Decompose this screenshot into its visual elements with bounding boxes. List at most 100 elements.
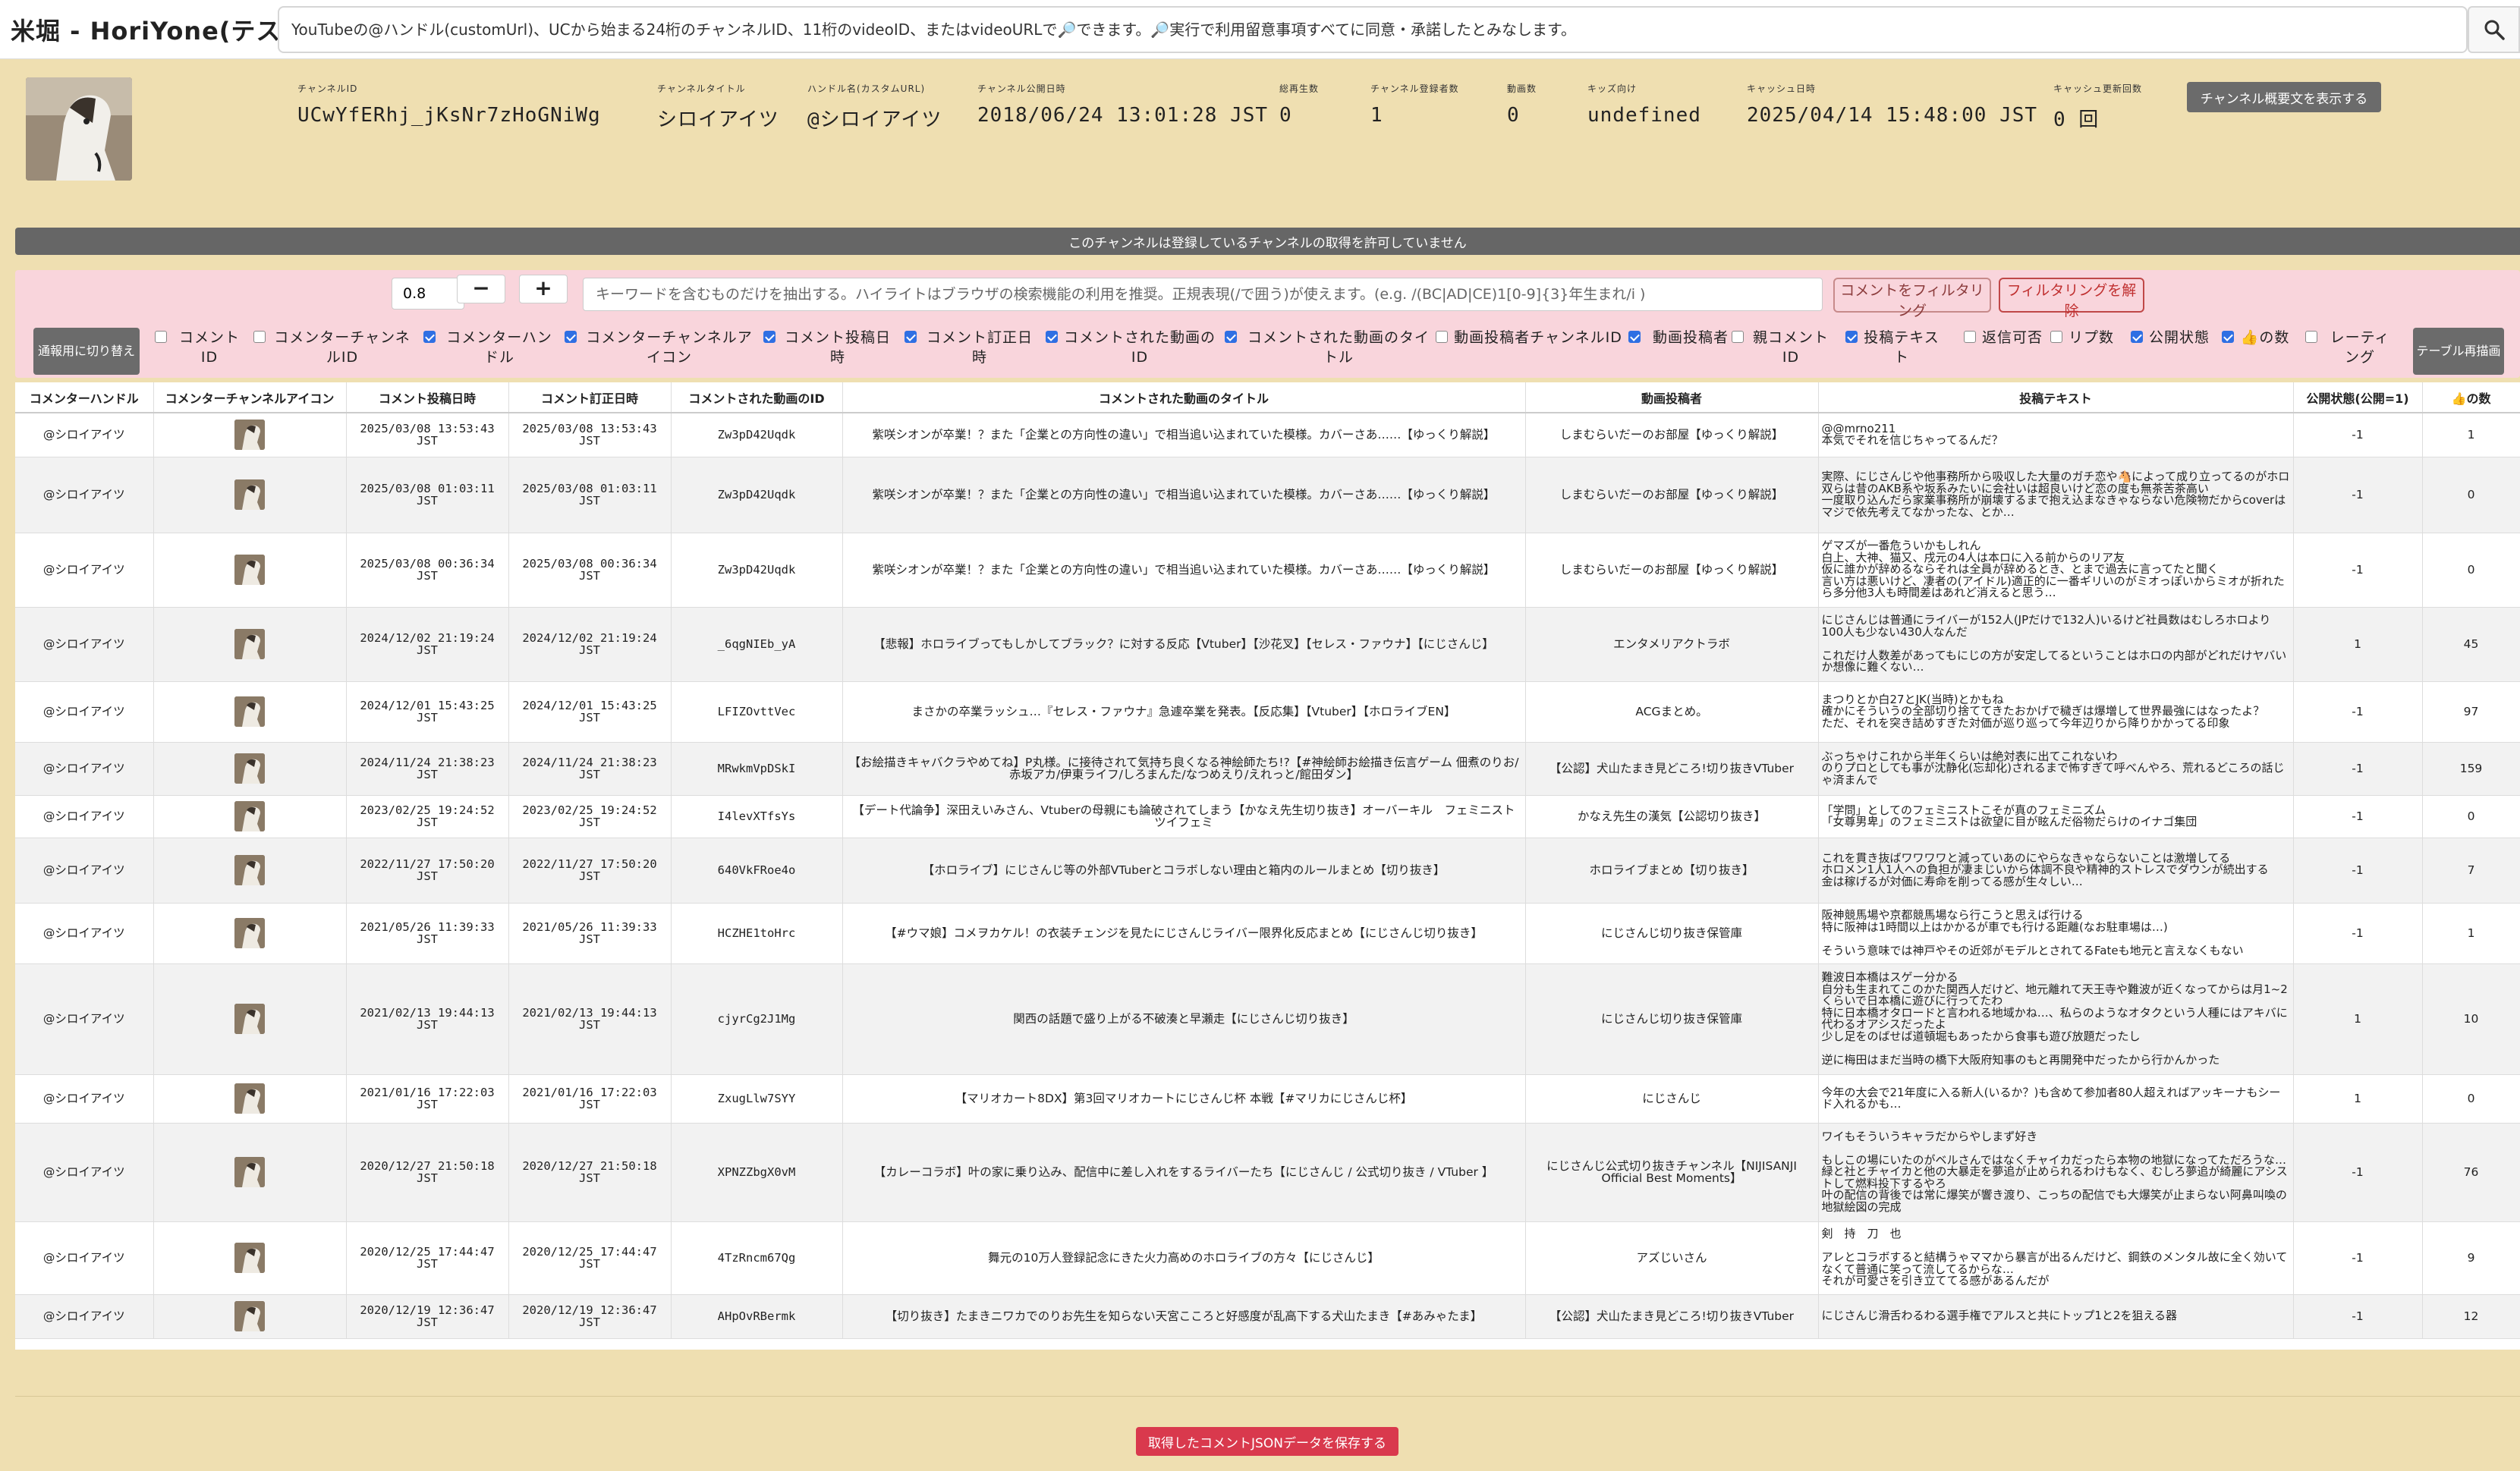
column-header[interactable]: コメンターハンドル <box>15 382 154 413</box>
commenter-avatar[interactable] <box>234 1083 265 1114</box>
checkbox[interactable] <box>423 331 436 343</box>
toggle-reply-count[interactable]: リプ数 <box>2050 328 2131 347</box>
commenter-avatar[interactable] <box>234 555 265 585</box>
toggle-video-title[interactable]: コメントされた動画のタイトル <box>1225 328 1436 367</box>
column-header[interactable]: コメント訂正日時 <box>508 382 672 413</box>
toggle-rating[interactable]: レーティング <box>2305 328 2411 367</box>
toggle-text[interactable]: 投稿テキスト <box>1845 328 1979 367</box>
column-header[interactable]: 公開状態(公開=1) <box>2293 382 2423 413</box>
cell-title: 【切り抜き】たまきニワカでのりお先生を知らない天宮こころと好感度が乱高下する犬山… <box>842 1294 1526 1339</box>
commenter-avatar[interactable] <box>234 1243 265 1273</box>
cell-handle: @シロイアイツ <box>15 533 154 608</box>
cell-posted: 2023/02/25 19:24:52 JST <box>346 795 509 838</box>
checkbox[interactable] <box>2050 331 2062 343</box>
column-header[interactable]: コメント投稿日時 <box>346 382 509 413</box>
toggle-commenter-channel-id[interactable]: コメンターチャンネルID <box>253 328 420 367</box>
commenter-avatar[interactable] <box>234 801 265 831</box>
toggle-commenter-icon[interactable]: コメンターチャンネルアイコン <box>565 328 763 367</box>
table-row[interactable]: @シロイアイツ 2021/05/26 11:39:33 JST 2021/05/26… <box>15 903 2520 964</box>
checkbox[interactable] <box>253 331 266 343</box>
decrease-button[interactable]: − <box>457 275 505 303</box>
commenter-avatar[interactable] <box>234 855 265 885</box>
column-header[interactable]: コメントされた動画のID <box>671 382 843 413</box>
commenter-avatar[interactable] <box>234 696 265 727</box>
table-body: @シロイアイツ 2025/03/08 13:53:43 JST 2025/03/08… <box>15 413 2520 1339</box>
column-header[interactable]: コメントされた動画のタイトル <box>842 382 1526 413</box>
checkbox[interactable] <box>904 331 917 343</box>
checkbox[interactable] <box>155 331 167 343</box>
search-input[interactable] <box>279 8 2466 52</box>
commenter-avatar[interactable] <box>234 753 265 784</box>
cell-commenter-icon <box>153 742 347 796</box>
increase-button[interactable]: + <box>519 275 568 303</box>
commenter-avatar[interactable] <box>234 479 265 510</box>
show-description-button[interactable]: チャンネル概要文を表示する <box>2187 82 2381 112</box>
checkbox[interactable] <box>1732 331 1744 343</box>
table-row[interactable]: @シロイアイツ 2024/12/01 15:43:25 JST 2024/12/01… <box>15 681 2520 743</box>
cell-author: かなえ先生の漢気【公認切り抜き】 <box>1525 795 1819 838</box>
toggle-parent-comment-id[interactable]: 親コメントID <box>1732 328 1845 367</box>
cache-time-field: キャッシュ日時 2025/04/14 15:48:00 JST <box>1747 83 2038 127</box>
toggle-posted-at[interactable]: コメント投稿日時 <box>763 328 904 367</box>
toggle-status[interactable]: 公開状態 <box>2131 328 2222 347</box>
column-header[interactable]: コメンターチャンネルアイコン <box>153 382 347 413</box>
commenter-avatar[interactable] <box>234 629 265 659</box>
column-header[interactable]: 投稿テキスト <box>1818 382 2294 413</box>
toggle-can-reply[interactable]: 返信可否 <box>1964 328 2062 347</box>
cell-status: -1 <box>2293 681 2423 743</box>
checkbox[interactable] <box>1964 331 1976 343</box>
commenter-avatar[interactable] <box>234 1301 265 1331</box>
toggle-likes[interactable]: 👍の数 <box>2222 328 2305 347</box>
checkbox[interactable] <box>1225 331 1237 343</box>
table-row[interactable]: @シロイアイツ 2023/02/25 19:24:52 JST 2023/02/25… <box>15 795 2520 838</box>
cell-text: ワイもそういうキャラだからやしまず好き もしこの場にいたのがベルさんではなくチャ… <box>1818 1123 2294 1222</box>
table-row[interactable]: @シロイアイツ 2020/12/19 12:36:47 JST 2020/12/19… <box>15 1294 2520 1339</box>
filter-comments-button[interactable]: コメントをフィルタリング <box>1833 278 1991 319</box>
threshold-input[interactable] <box>392 278 464 310</box>
toggle-commenter-handle[interactable]: コメンターハンドル <box>423 328 565 367</box>
checkbox[interactable] <box>2222 331 2234 343</box>
commenter-avatar[interactable] <box>234 1157 265 1187</box>
table-row[interactable]: @シロイアイツ 2021/01/16 17:22:03 JST 2021/01/16… <box>15 1074 2520 1124</box>
checkbox[interactable] <box>1628 331 1641 343</box>
toggle-uploader-channel-id[interactable]: 動画投稿者チャンネルID <box>1436 328 1628 347</box>
redraw-table-button[interactable]: テーブル再描画 <box>2413 328 2504 375</box>
checkbox[interactable] <box>1046 331 1058 343</box>
search-button[interactable] <box>2468 6 2520 53</box>
table-row[interactable]: @シロイアイツ 2025/03/08 13:53:43 JST 2025/03/08… <box>15 413 2520 457</box>
cell-title: 【ホロライブ】にじさんじ等の外部VTuberとコラボしない理由と箱内のルールまと… <box>842 838 1526 904</box>
toggle-edited-at[interactable]: コメント訂正日時 <box>904 328 1046 367</box>
save-json-button[interactable]: 取得したコメントJSONデータを保存する <box>1136 1427 1398 1456</box>
checkbox[interactable] <box>1845 331 1858 343</box>
cell-text: まつりとか白27とJK(当時)とかもね 確かにそういうの全部切り捨ててきたおかげ… <box>1818 681 2294 743</box>
table-row[interactable]: @シロイアイツ 2025/03/08 01:03:11 JST 2025/03/08… <box>15 457 2520 533</box>
table-row[interactable]: @シロイアイツ 2024/12/02 21:19:24 JST 2024/12/02… <box>15 607 2520 682</box>
cell-handle: @シロイアイツ <box>15 457 154 533</box>
checkbox[interactable] <box>763 331 776 343</box>
table-row[interactable]: @シロイアイツ 2024/11/24 21:38:23 JST 2024/11/24… <box>15 742 2520 796</box>
commenter-avatar[interactable] <box>234 1004 265 1034</box>
checkbox[interactable] <box>2305 331 2317 343</box>
cell-text: 阪神競馬場や京都競馬場なら行こうと思えば行ける 特に阪神は1時間以上はかかるが車… <box>1818 903 2294 964</box>
table-row[interactable]: @シロイアイツ 2020/12/25 17:44:47 JST 2020/12/25… <box>15 1221 2520 1295</box>
cell-author: 【公認】犬山たまき見どころ!切り抜きVTuber <box>1525 1294 1819 1339</box>
column-header[interactable]: 👍の数 <box>2422 382 2520 413</box>
clear-filter-button[interactable]: フィルタリングを解除 <box>1999 278 2144 319</box>
checkbox[interactable] <box>565 331 577 343</box>
channel-avatar <box>26 77 132 181</box>
cell-edited: 2025/03/08 13:53:43 JST <box>508 413 672 457</box>
checkbox[interactable] <box>2131 331 2143 343</box>
channel-handle-field: ハンドル名(カスタムURL) @シロイアイツ <box>807 83 942 131</box>
table-row[interactable]: @シロイアイツ 2020/12/27 21:50:18 JST 2020/12/27… <box>15 1123 2520 1222</box>
table-row[interactable]: @シロイアイツ 2025/03/08 00:36:34 JST 2025/03/08… <box>15 533 2520 608</box>
commenter-avatar[interactable] <box>234 918 265 948</box>
commenter-avatar[interactable] <box>234 420 265 451</box>
toggle-comment-id[interactable]: コメントID <box>155 328 253 367</box>
table-row[interactable]: @シロイアイツ 2021/02/13 19:44:13 JST 2021/02/13… <box>15 963 2520 1075</box>
table-row[interactable]: @シロイアイツ 2022/11/27 17:50:20 JST 2022/11/27… <box>15 838 2520 904</box>
toggle-video-id[interactable]: コメントされた動画のID <box>1046 328 1225 367</box>
column-header[interactable]: 動画投稿者 <box>1525 382 1819 413</box>
checkbox[interactable] <box>1436 331 1448 343</box>
keyword-input[interactable] <box>583 278 1823 311</box>
report-mode-button[interactable]: 通報用に切り替え <box>33 328 140 375</box>
